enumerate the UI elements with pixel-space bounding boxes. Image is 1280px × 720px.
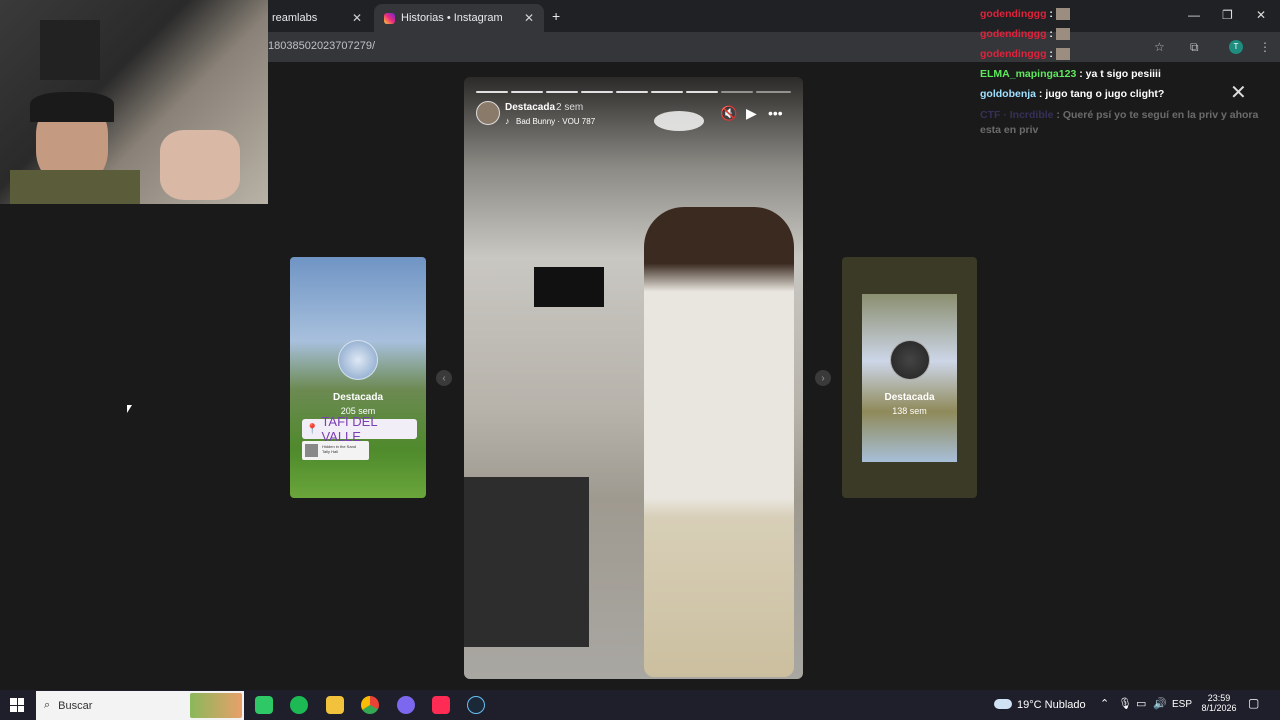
chat-username: godendinggg xyxy=(980,28,1047,40)
story-preview-left[interactable]: Destacada 205 sem 📍 TAFÍ DEL VALLE Hidde… xyxy=(290,257,426,498)
emote-image xyxy=(1055,28,1070,41)
chat-message: ELMA_mapinga123 : ya t sigo pesiiii xyxy=(980,68,1161,80)
search-icon: ⌕ xyxy=(44,699,51,711)
progress-segment xyxy=(581,91,613,93)
webcam-overlay xyxy=(0,0,268,204)
progress-segment xyxy=(511,91,543,93)
chat-text: : jugo tang o jugo clight? xyxy=(1038,88,1165,100)
location-text: TAFÍ DEL VALLE xyxy=(321,414,378,444)
album-art xyxy=(305,444,318,457)
stream-chat-overlay: godendinggg : godendinggg : godendinggg … xyxy=(978,4,1278,139)
emote-image xyxy=(1055,48,1070,61)
story-title: Destacada xyxy=(332,392,384,403)
file-explorer-icon[interactable] xyxy=(326,696,344,714)
new-tab-button[interactable]: + xyxy=(552,8,560,24)
music-icon: ♪ xyxy=(505,116,510,126)
play-icon[interactable]: ▶ xyxy=(746,105,757,122)
hair-area xyxy=(30,92,114,122)
discord-icon[interactable] xyxy=(397,696,415,714)
story-avatar xyxy=(889,340,930,380)
cloud-icon xyxy=(994,699,1012,709)
previous-story-button[interactable]: ‹ xyxy=(436,370,452,386)
hand-area xyxy=(160,130,240,200)
chat-username: ELMA_mapinga123 xyxy=(980,68,1077,80)
tray-chevron-icon[interactable]: ⌃ xyxy=(1100,697,1109,710)
tv-image-area xyxy=(534,267,604,307)
search-highlight-image xyxy=(190,693,242,718)
chat-message: goldobenja : jugo tang o jugo clight? xyxy=(980,88,1164,100)
next-story-button[interactable]: › xyxy=(815,370,831,386)
instagram-icon xyxy=(384,12,395,24)
taskbar-search[interactable]: ⌕ Buscar xyxy=(36,691,244,720)
music-artist: Tally Hall xyxy=(322,449,339,454)
shirt-area xyxy=(10,170,140,204)
network-icon[interactable]: ▭ xyxy=(1136,697,1146,710)
tiktok-icon[interactable] xyxy=(432,696,450,714)
story-time: 138 sem xyxy=(892,406,927,416)
steam-icon[interactable] xyxy=(467,696,485,714)
chat-text: : ya t sigo pesiiii xyxy=(1079,68,1161,80)
progress-segment xyxy=(651,91,683,93)
chat-username: godendinggg xyxy=(980,8,1047,20)
mouse-cursor xyxy=(127,405,137,413)
story-header: Destacada 2 sem ♪ Bad Bunny · VOU 787 🔇 … xyxy=(476,101,796,131)
tab-instagram[interactable]: Historias • Instagram ✕ xyxy=(374,4,544,32)
progress-segment xyxy=(756,91,791,93)
more-options-icon[interactable]: ••• xyxy=(768,105,783,121)
location-sticker: 📍 TAFÍ DEL VALLE xyxy=(302,414,417,444)
story-song[interactable]: Bad Bunny · VOU 787 xyxy=(516,117,595,126)
location-pin-icon: 📍 xyxy=(306,423,319,435)
close-stories-icon[interactable]: ✕ xyxy=(1230,80,1247,105)
progress-segment xyxy=(721,91,753,93)
search-placeholder: Buscar xyxy=(58,699,93,712)
story-avatar xyxy=(338,340,378,380)
language-indicator[interactable]: ESP xyxy=(1172,699,1192,710)
progress-segment xyxy=(686,91,718,93)
story-title[interactable]: Destacada xyxy=(505,102,555,113)
story-time: 2 sem xyxy=(556,102,584,113)
taskbar-app-icon[interactable] xyxy=(255,696,273,714)
weather-text[interactable]: 19°C Nublado xyxy=(1017,699,1086,711)
mute-icon[interactable]: 🔇 xyxy=(720,105,737,122)
chrome-icon[interactable] xyxy=(361,696,379,714)
poster-area xyxy=(40,20,100,80)
chat-message-faded: CTF · Incrdible : Queré psí yo te seguí … xyxy=(980,108,1272,138)
chat-username: godendinggg xyxy=(980,48,1047,60)
progress-segment xyxy=(616,91,648,93)
emote-image xyxy=(1055,8,1070,21)
tab-label: Historias • Instagram xyxy=(401,12,503,24)
chat-message: godendinggg : xyxy=(980,48,1070,61)
chat-username: goldobenja xyxy=(980,88,1036,100)
tab-close-icon[interactable]: ✕ xyxy=(524,11,534,25)
chat-text: : xyxy=(1049,8,1053,20)
story-avatar[interactable] xyxy=(476,101,500,125)
table-image-area xyxy=(464,477,589,647)
story-preview-right[interactable]: Destacada 138 sem xyxy=(842,257,977,498)
chat-message: godendinggg : xyxy=(980,28,1070,41)
windows-start-icon[interactable] xyxy=(10,698,24,712)
story-main[interactable]: Destacada 2 sem ♪ Bad Bunny · VOU 787 🔇 … xyxy=(464,77,803,679)
music-sticker: Hidden in the Sand Tally Hall xyxy=(302,441,369,460)
progress-segment xyxy=(546,91,578,93)
clock-date: 8/1/2026 xyxy=(1201,703,1237,713)
volume-icon[interactable]: 🔊 xyxy=(1153,697,1167,710)
tab-label: reamlabs xyxy=(272,12,318,24)
chat-text: : xyxy=(1049,28,1053,40)
progress-segment xyxy=(476,91,508,93)
person-image-area xyxy=(644,207,794,677)
clock[interactable]: 23:59 8/1/2026 xyxy=(1199,693,1239,713)
chat-message: godendinggg : xyxy=(980,8,1070,21)
story-title: Destacada xyxy=(884,392,935,403)
tab-close-icon[interactable]: ✕ xyxy=(352,11,362,25)
url-text[interactable]: 18038502023707279/ xyxy=(268,40,375,52)
notifications-icon[interactable]: ▢ xyxy=(1248,696,1259,710)
spotify-icon[interactable] xyxy=(290,696,308,714)
tab-streamlabs[interactable]: reamlabs ✕ xyxy=(262,4,372,32)
microphone-icon[interactable]: 🎙 xyxy=(1118,697,1132,710)
chat-text: : xyxy=(1049,48,1053,60)
chat-username: CTF · Incrdible xyxy=(980,109,1054,121)
clock-time: 23:59 xyxy=(1207,693,1231,703)
